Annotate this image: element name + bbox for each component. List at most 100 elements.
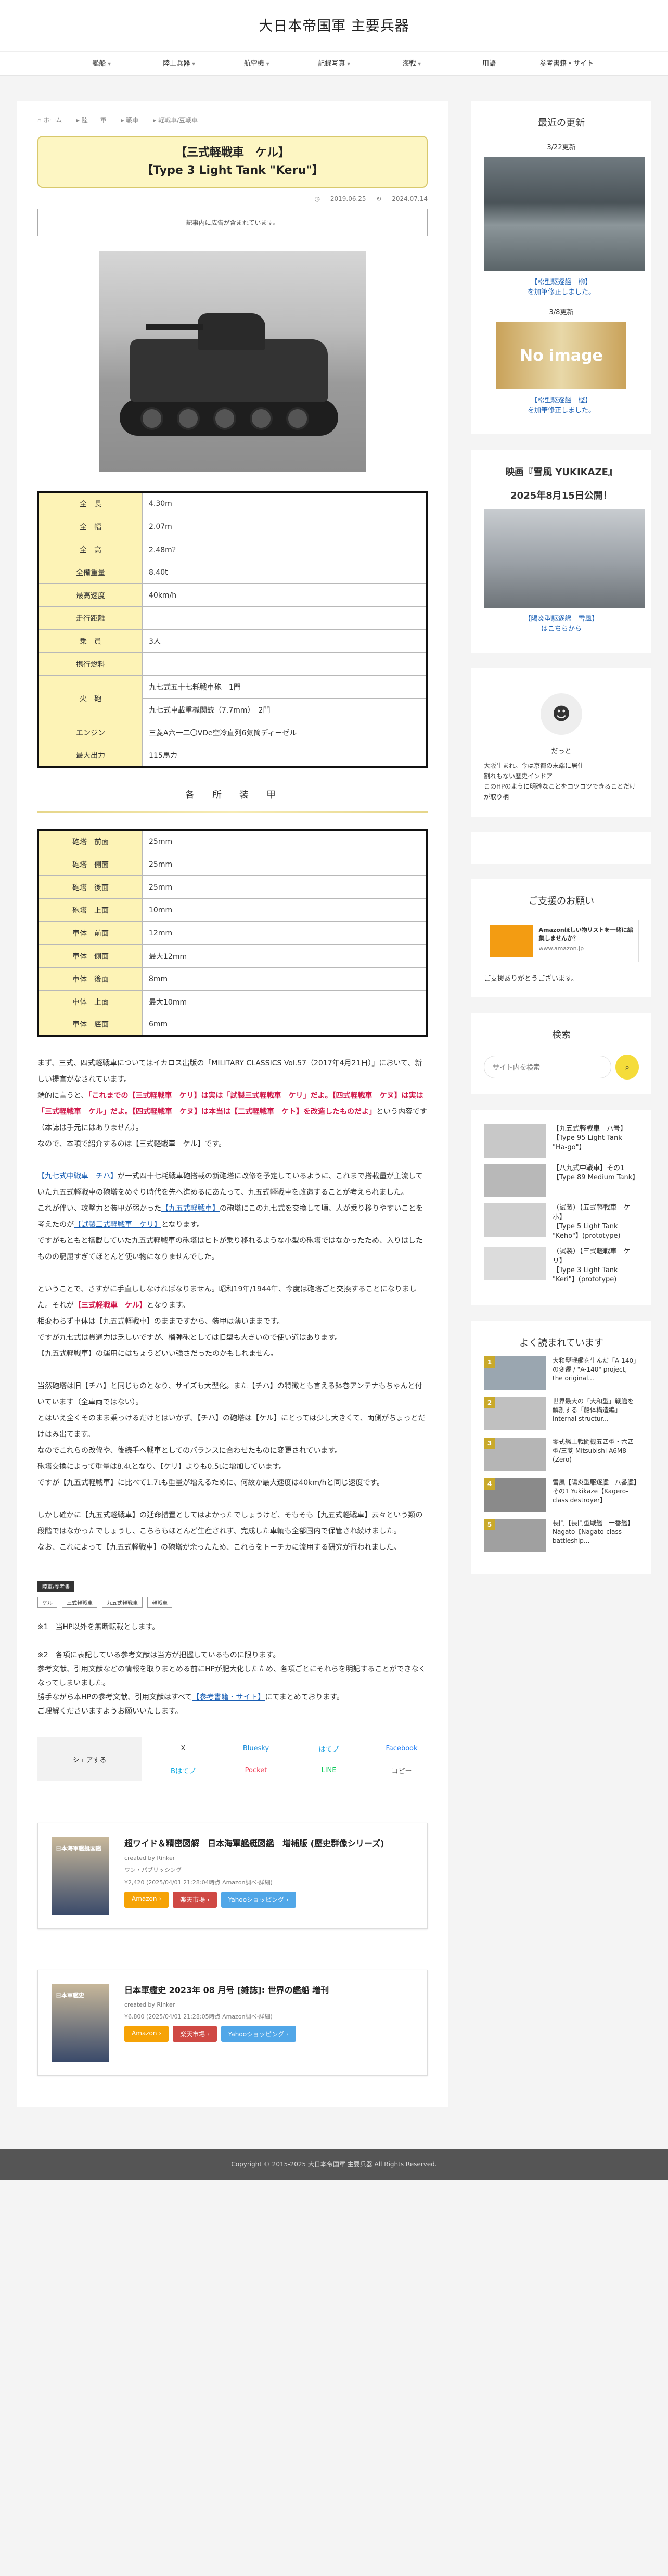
article-title: 【三式軽戦車 ケル】 【Type 3 Light Tank "Keru"】	[37, 136, 428, 188]
paragraph: ということで、さすがに手直ししなければなりません。昭和19年/1944年、今度は…	[37, 1285, 417, 1358]
share-facebook-button[interactable]: Facebook	[376, 1741, 428, 1756]
armor-heading: 各 所 装 甲	[37, 777, 428, 813]
widget-search: 検索 ⌕	[471, 1013, 651, 1094]
share-x-button[interactable]: X	[157, 1741, 209, 1756]
related-item[interactable]: 【九五式軽戦車 ハ号】 【Type 95 Light Tank "Ha-go"】	[484, 1124, 639, 1158]
widget-spacer	[471, 832, 651, 864]
recent-thumb[interactable]	[484, 157, 645, 271]
link-chiha[interactable]: 【九七式中戦車 チハ】	[37, 1172, 118, 1181]
spec-table: 全 長 4.30m 全 幅 2.07m 全 高 2.48m？ 全備重量 8.40t 最高…	[37, 491, 428, 768]
global-nav: 艦船 ▾ 陸上兵器 ▾ 航空機 ▾ 記録写真 ▾ 海戦 ▾ 用語 参考書籍・サイ…	[0, 51, 668, 76]
article-main: ⌂ ホーム ▸ 陸 軍 ▸ 戦車 ▸ 軽戦車/豆戦車 【三式軽戦車 ケル】 【T…	[17, 101, 448, 2107]
search-input[interactable]	[484, 1056, 612, 1078]
recent-link[interactable]: 【松型駆逐艦 樫】	[531, 397, 592, 404]
widget-movie: 映画『雪風 YUKIKAZE』 2025年8月15日公開！ 【陽炎型駆逐艦 雪風…	[471, 450, 651, 653]
popular-item[interactable]: 2 世界最大の「大和型」戦艦を解剖する「船体構造編」Internal struct…	[484, 1397, 639, 1430]
tank-photo	[99, 251, 366, 472]
widget-recent: 最近の更新 3/22更新 【松型駆逐艦 柳】 を加筆修正しました。 3/8更新 N…	[471, 101, 651, 434]
nav-item-battles[interactable]: 海戦 ▾	[373, 52, 451, 75]
search-icon: ⌕	[625, 1062, 630, 1072]
tag-chip[interactable]: 軽戦車	[147, 1597, 173, 1608]
category-chip[interactable]: 陸軍/参考書	[37, 1581, 75, 1592]
sidebar: 最近の更新 3/22更新 【松型駆逐艦 柳】 を加筆修正しました。 3/8更新 N…	[471, 101, 651, 1590]
breadcrumb-light-tank[interactable]: ▸ 軽戦車/豆戦車	[153, 117, 204, 124]
tag-chip[interactable]: 九五式軽戦車	[102, 1597, 143, 1608]
paragraph: まず、三式、四式軽戦車についてはイカロス出版の「MILITARY CLASSIC…	[37, 1059, 427, 1148]
product-image[interactable]: 日本軍艦史	[52, 1984, 109, 2062]
title-en: 【Type 3 Light Tank "Keru"】	[142, 164, 324, 177]
published-date: ◷ 2019.06.25	[314, 195, 366, 202]
related-item[interactable]: 【八九式中戦車】その1 【Type 89 Medium Tank】	[484, 1164, 639, 1197]
widget-profile: ☻ だっと 大阪生まれ。今は京都の末端に居住 割れもない歴史インドア このHPの…	[471, 668, 651, 817]
share-copy-button[interactable]: コピー	[376, 1762, 428, 1778]
link-references[interactable]: 【参考書籍・サイト】	[192, 1693, 265, 1702]
amazon-button[interactable]: Amazon ›	[124, 2026, 169, 2042]
ad-disclosure: 記事内に広告が含まれています。	[37, 209, 428, 236]
share-line-button[interactable]: LINE	[303, 1762, 355, 1778]
popular-item[interactable]: 3 零式艦上戦闘機五四型・六四型/三菱 Mitsubishi A6M8 (Zero…	[484, 1438, 639, 1471]
breadcrumb-tank[interactable]: ▸ 戦車	[121, 117, 145, 124]
tag-chip[interactable]: ケル	[37, 1597, 57, 1608]
content-wrap: ⌂ ホーム ▸ 陸 軍 ▸ 戦車 ▸ 軽戦車/豆戦車 【三式軽戦車 ケル】 【T…	[17, 101, 651, 2107]
site-header: 大日本帝国軍 主要兵器	[0, 0, 668, 51]
recent-thumb[interactable]: No image	[496, 322, 626, 389]
movie-thumb[interactable]	[484, 509, 645, 608]
nav-item-terms[interactable]: 用語	[451, 52, 528, 75]
related-item[interactable]: （試製）【三式軽戦車 ケリ】 【Type 3 Light Tank "Keri"…	[484, 1247, 639, 1285]
nav-item-aircraft[interactable]: 航空機 ▾	[218, 52, 296, 75]
widget-related: 【九五式軽戦車 ハ号】 【Type 95 Light Tank "Ha-go"】…	[471, 1110, 651, 1305]
share-label: シェアする	[37, 1737, 142, 1781]
amazon-button[interactable]: Amazon ›	[124, 1892, 169, 1908]
share-bluesky-button[interactable]: Bluesky	[230, 1741, 282, 1756]
support-ad[interactable]: Amazonほしい物リストを一緒に編集しませんか？ www.amazon.jp	[484, 920, 639, 962]
movie-more[interactable]: はこちらから	[541, 625, 582, 633]
paragraph: しかし確かに【九五式軽戦車】の延命措置としてはよかったでしょうけど、そもそも【九…	[37, 1511, 423, 1552]
product-title[interactable]: 超ワイド＆精密図解 日本海軍艦艇図鑑 増補版 (歴史群像シリーズ)	[124, 1837, 414, 1850]
nav-item-photos[interactable]: 記録写真 ▾	[296, 52, 373, 75]
copyright: Copyright © 2015-2025 大日本帝国軍 主要兵器 All Ri…	[231, 2161, 437, 2168]
movie-link[interactable]: 【陽炎型駆逐艦 雪風】	[524, 615, 598, 623]
popular-item[interactable]: 1 大和型戦艦を生んだ「A-140」の変遷 / "A-140" project, …	[484, 1356, 639, 1390]
product-image[interactable]: 日本海軍艦艇図鑑	[52, 1837, 109, 1915]
avatar: ☻	[541, 693, 582, 735]
site-footer: Copyright © 2015-2025 大日本帝国軍 主要兵器 All Ri…	[0, 2149, 668, 2180]
popular-item[interactable]: 5 長門【長門型戦艦 一番艦】Nagato【Nagato-class battle…	[484, 1519, 639, 1552]
recent-more[interactable]: を加筆修正しました。	[528, 288, 595, 296]
tag-chip[interactable]: 三式軽戦車	[62, 1597, 98, 1608]
share-hatebu-button[interactable]: Bはてブ	[157, 1762, 209, 1778]
post-dates: ◷ 2019.06.25 ↻ 2024.07.14	[37, 195, 428, 202]
site-title[interactable]: 大日本帝国軍 主要兵器	[0, 15, 668, 35]
share-hatena-button[interactable]: はてブ	[303, 1741, 355, 1756]
product-card: 日本軍艦史 日本軍艦史 2023年 08 月号 [雑誌]: 世界の艦船 増刊 c…	[37, 1970, 428, 2076]
footnotes: ※1 当HP以外を無断転載とします。 ※2 各項に表記している参考文献は当方が把…	[37, 1623, 426, 1716]
nav-item-ships[interactable]: 艦船 ▾	[63, 52, 140, 75]
post-taxonomy: 陸軍/参考書 ケル 三式軽戦車 九五式軽戦車 軽戦車	[37, 1581, 428, 1608]
updated-date: ↻ 2024.07.14	[376, 195, 428, 202]
breadcrumb: ⌂ ホーム ▸ 陸 軍 ▸ 戦車 ▸ 軽戦車/豆戦車	[37, 116, 428, 124]
link-keri[interactable]: 【試製三式軽戦車 ケリ】	[74, 1221, 161, 1229]
rakuten-button[interactable]: 楽天市場 ›	[173, 1892, 217, 1908]
title-jp: 【三式軽戦車 ケル】	[175, 146, 290, 159]
share-pocket-button[interactable]: Pocket	[230, 1762, 282, 1778]
breadcrumb-army[interactable]: ▸ 陸 軍	[76, 117, 113, 124]
breadcrumb-home[interactable]: ⌂ ホーム	[37, 117, 68, 124]
yahoo-button[interactable]: Yahooショッピング ›	[221, 2026, 296, 2042]
paragraph: 【九七式中戦車 チハ】が一式四十七粍戦車砲搭載の新砲塔に改修を予定しているように…	[37, 1172, 423, 1261]
product-card: 日本海軍艦艇図鑑 超ワイド＆精密図解 日本海軍艦艇図鑑 増補版 (歴史群像シリー…	[37, 1823, 428, 1929]
product-title[interactable]: 日本軍艦史 2023年 08 月号 [雑誌]: 世界の艦船 増刊	[124, 1984, 414, 1997]
search-button[interactable]: ⌕	[615, 1055, 639, 1080]
link-type95[interactable]: 【九五式軽戦車】	[161, 1204, 220, 1213]
rakuten-button[interactable]: 楽天市場 ›	[173, 2026, 217, 2042]
article-body: まず、三式、四式軽戦車についてはイカロス出版の「MILITARY CLASSIC…	[37, 1056, 428, 1556]
armor-table: 砲塔 前面 25mm 砲塔 側面 25mm 砲塔 後面 25mm 砲塔 上面 10mm …	[37, 829, 428, 1037]
recent-more[interactable]: を加筆修正しました。	[528, 407, 595, 414]
popular-item[interactable]: 4 雪風【陽炎型駆逐艦 八番艦】その1 Yukikaze【Kagero-class…	[484, 1478, 639, 1512]
yahoo-button[interactable]: Yahooショッピング ›	[221, 1892, 296, 1908]
recent-link[interactable]: 【松型駆逐艦 柳】	[531, 278, 592, 286]
nav-item-references[interactable]: 参考書籍・サイト	[528, 52, 606, 75]
nav-item-ground[interactable]: 陸上兵器 ▾	[140, 52, 218, 75]
widget-popular: よく読まれています 1 大和型戦艦を生んだ「A-140」の変遷 / "A-140"…	[471, 1321, 651, 1574]
paragraph: 当然砲塔は旧【チハ】と同じものとなり、サイズも大型化。また【チハ】の特徴とも言え…	[37, 1382, 426, 1487]
widget-support: ご支援のお願い Amazonほしい物リストを一緒に編集しませんか？ www.ama…	[471, 879, 651, 997]
related-item[interactable]: （試製）【五式軽戦車 ケホ】 【Type 5 Light Tank "Keho"…	[484, 1203, 639, 1241]
